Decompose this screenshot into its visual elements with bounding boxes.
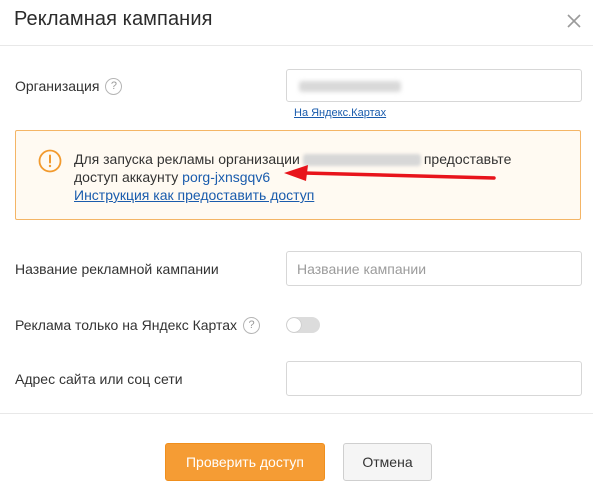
header-divider bbox=[0, 45, 593, 46]
organization-label: Организация bbox=[15, 78, 100, 94]
check-access-button[interactable]: Проверить доступ bbox=[165, 443, 325, 481]
organization-label-row: Организация? bbox=[15, 77, 123, 96]
exclamation-circle-icon bbox=[38, 149, 62, 173]
access-instructions-link[interactable]: Инструкция как предоставить доступ bbox=[74, 187, 314, 203]
annotation-arrow-icon bbox=[284, 165, 496, 181]
maps-only-label: Реклама только на Яндекс Картах bbox=[15, 317, 238, 333]
help-icon[interactable]: ? bbox=[243, 316, 261, 334]
yandex-maps-link[interactable]: На Яндекс.Картах bbox=[294, 107, 386, 119]
website-input[interactable] bbox=[286, 361, 582, 396]
maps-only-toggle[interactable] bbox=[286, 317, 320, 333]
toggle-knob bbox=[287, 318, 301, 332]
campaign-name-label: Название рекламной кампании bbox=[15, 261, 219, 277]
close-icon[interactable] bbox=[563, 10, 585, 32]
footer-divider bbox=[0, 413, 593, 414]
organization-name-redacted bbox=[299, 81, 401, 92]
help-icon[interactable]: ? bbox=[105, 77, 123, 95]
warning-line2-prefix: доступ аккаунту bbox=[74, 169, 179, 185]
ad-campaign-dialog: Рекламная кампания Организация? На Яндек… bbox=[0, 0, 593, 504]
cancel-button[interactable]: Отмена bbox=[343, 443, 432, 481]
organization-field[interactable] bbox=[286, 69, 582, 102]
campaign-name-input[interactable] bbox=[286, 251, 582, 286]
warning-line1-prefix: Для запуска рекламы организации bbox=[74, 151, 300, 167]
account-id: porg-jxnsgqv6 bbox=[182, 169, 271, 185]
dialog-title: Рекламная кампания bbox=[14, 8, 213, 30]
website-label: Адрес сайта или соц сети bbox=[15, 371, 183, 387]
maps-only-label-row: Реклама только на Яндекс Картах? bbox=[15, 316, 261, 335]
